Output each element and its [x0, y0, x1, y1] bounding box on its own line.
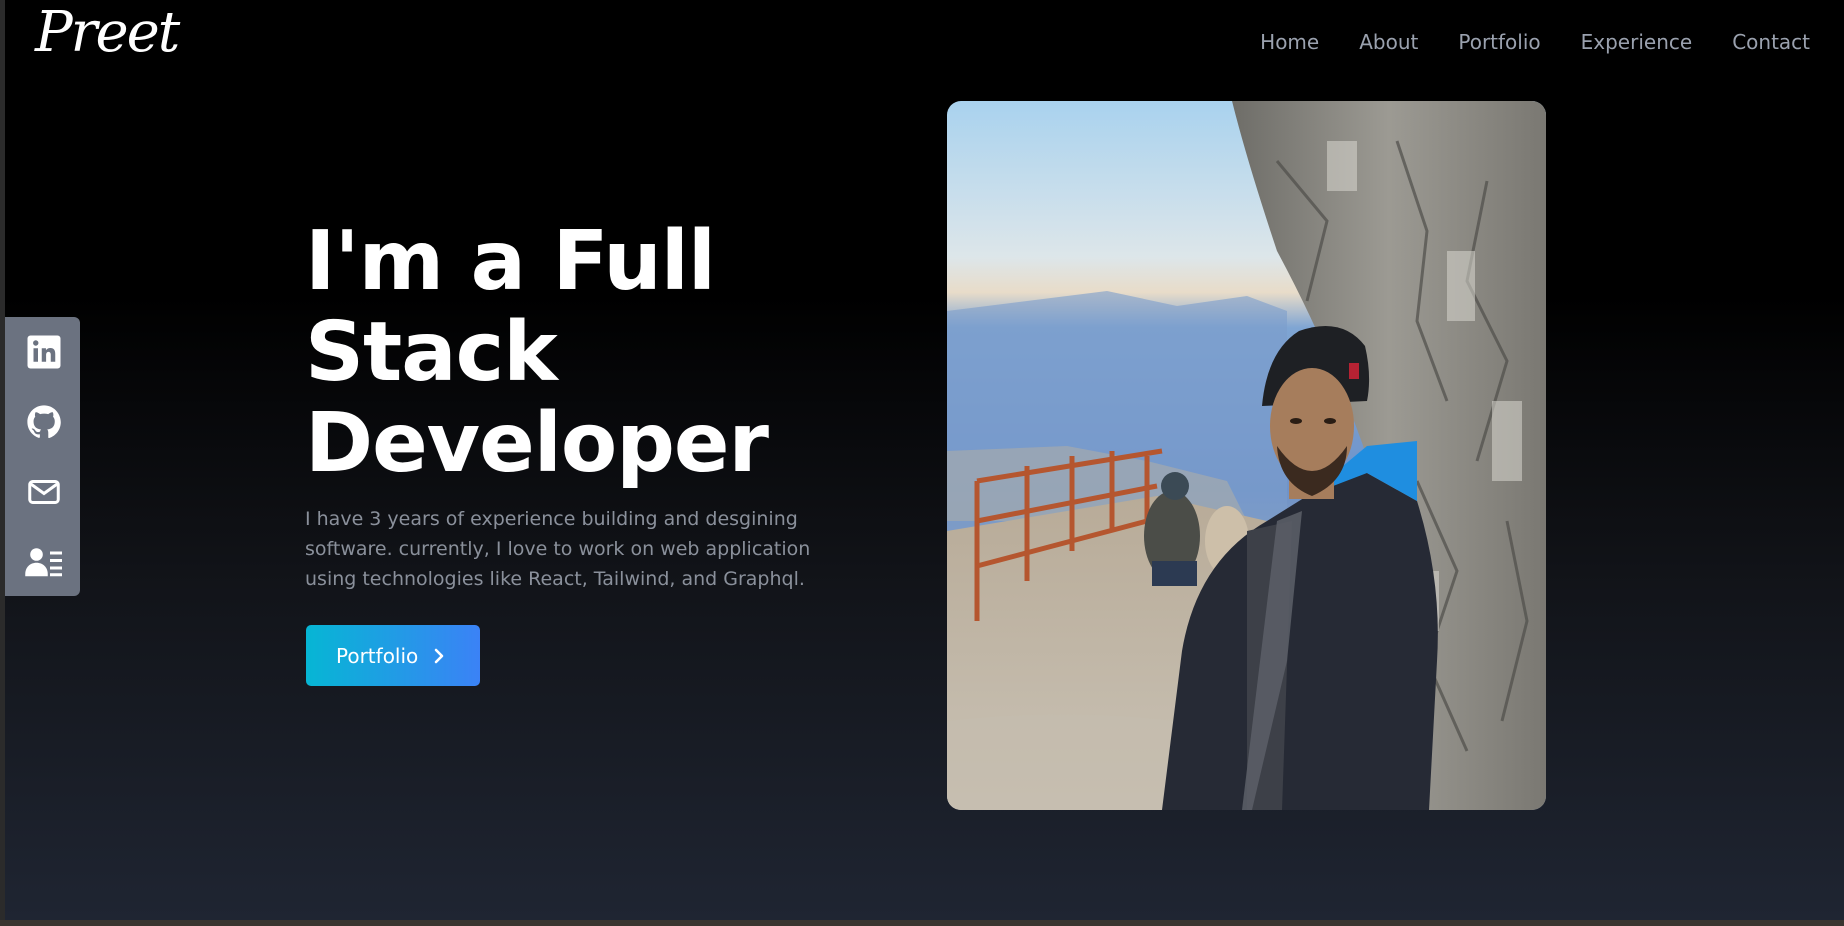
- hero-title-line: I'm a Full: [305, 214, 716, 309]
- site-logo[interactable]: Preet: [35, 0, 180, 66]
- portfolio-button[interactable]: Portfolio: [306, 625, 480, 686]
- linkedin-icon: [27, 335, 61, 369]
- social-sidebar: [5, 317, 80, 596]
- mail-icon: [28, 480, 60, 504]
- page-frame: Preet Home About Portfolio Experience Co…: [5, 0, 1844, 920]
- nav-about[interactable]: About: [1359, 28, 1418, 56]
- hero-title-line: Stack: [305, 305, 558, 400]
- resume-icon: [25, 548, 62, 577]
- hero-title: I'm a Full Stack Developer: [305, 216, 905, 489]
- hero-description: I have 3 years of experience building an…: [305, 508, 811, 590]
- nav-portfolio[interactable]: Portfolio: [1458, 28, 1540, 56]
- chevron-right-icon: [434, 648, 444, 663]
- nav-contact[interactable]: Contact: [1732, 28, 1810, 56]
- main-nav: Home About Portfolio Experience Contact: [1260, 28, 1810, 56]
- profile-photo: [947, 101, 1546, 810]
- portfolio-button-label: Portfolio: [336, 643, 419, 668]
- linkedin-link[interactable]: [24, 332, 64, 372]
- github-link[interactable]: [24, 402, 64, 442]
- hero-title-line: Developer: [305, 396, 769, 491]
- github-icon: [27, 405, 61, 439]
- window-bottom-edge: [0, 920, 1844, 926]
- nav-experience[interactable]: Experience: [1581, 28, 1693, 56]
- nav-home[interactable]: Home: [1260, 28, 1319, 56]
- email-link[interactable]: [24, 472, 64, 512]
- resume-link[interactable]: [24, 542, 64, 582]
- profile-photo-art: [947, 101, 1546, 810]
